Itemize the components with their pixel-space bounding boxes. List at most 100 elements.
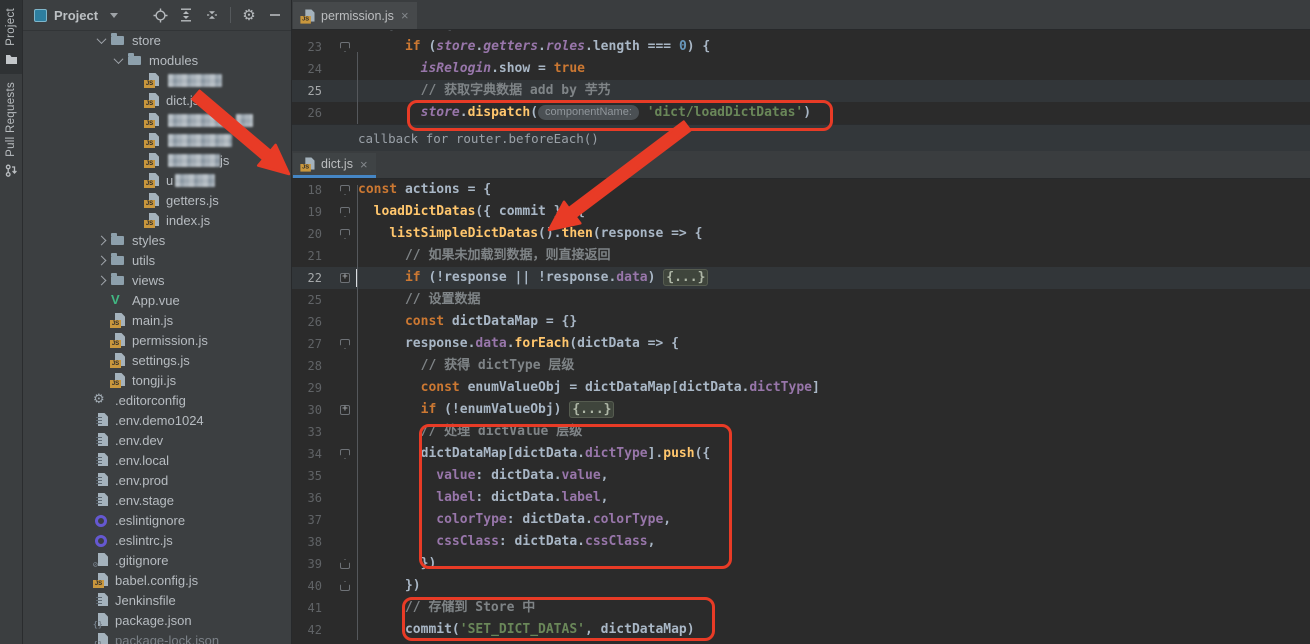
code-line-26[interactable]: 26 const dictDataMap = {} (292, 311, 1310, 333)
permission-js-editor[interactable]: 22 } else {23 if (store.getters.roles.le… (292, 30, 1310, 124)
fold-marker-icon[interactable] (340, 449, 350, 459)
dict-js-editor[interactable]: 18const actions = {19 loadDictDatas({ co… (292, 179, 1310, 644)
chevron-expanded-icon[interactable] (96, 34, 106, 44)
code-line-29[interactable]: 29 const enumValueObj = dictDataMap[dict… (292, 377, 1310, 399)
chevron-collapsed-icon[interactable] (96, 255, 106, 265)
bottom-editor-tab-bar: JS dict.js × (292, 151, 1310, 179)
chevron-expanded-icon[interactable] (113, 54, 123, 64)
code-text: cssClass: dictData.cssClass, (358, 531, 655, 553)
fold-marker-icon[interactable] (340, 559, 350, 569)
code-line-18[interactable]: 18const actions = { (292, 179, 1310, 201)
js-file-icon: JS (110, 352, 126, 368)
folder-file-icon (110, 252, 126, 268)
tree-item-getters.js[interactable]: JSgetters.js (23, 190, 291, 210)
tree-item-Jenkinsfile[interactable]: Jenkinsfile (23, 590, 291, 610)
tree-item-package-lock.json[interactable]: {}package-lock.json (23, 630, 291, 644)
code-line-42[interactable]: 42 commit('SET_DICT_DATAS', dictDataMap) (292, 619, 1310, 641)
code-line-34[interactable]: 34 dictDataMap[dictData.dictType].push({ (292, 443, 1310, 465)
code-line-36[interactable]: 36 label: dictData.label, (292, 487, 1310, 509)
tree-item-censored[interactable]: JSu (23, 170, 291, 190)
code-line-20[interactable]: 20 listSimpleDictDatas().then(response =… (292, 223, 1310, 245)
code-line-28[interactable]: 28 // 获得 dictType 层级 (292, 355, 1310, 377)
code-line-23[interactable]: 23 if (store.getters.roles.length === 0)… (292, 36, 1310, 58)
line-number: 33 (294, 421, 322, 443)
stripe-button-pull-requests[interactable]: Pull Requests (0, 74, 22, 185)
fold-marker-icon[interactable] (340, 207, 350, 217)
fold-marker-icon[interactable] (340, 185, 350, 195)
collapse-all-icon[interactable] (204, 7, 220, 23)
tree-item-modules[interactable]: modules (23, 50, 291, 70)
tree-item-.gitignore[interactable]: ⊘.gitignore (23, 550, 291, 570)
code-line-37[interactable]: 37 colorType: dictData.colorType, (292, 509, 1310, 531)
fold-expand-icon[interactable]: + (340, 405, 350, 415)
fold-marker-icon[interactable] (340, 581, 350, 591)
tree-item-views[interactable]: views (23, 270, 291, 290)
tab-dict-js[interactable]: JS dict.js × (293, 153, 376, 178)
close-icon[interactable]: × (401, 9, 409, 22)
code-line-40[interactable]: 40 }) (292, 575, 1310, 597)
code-line-25[interactable]: 25 // 设置数据 (292, 289, 1310, 311)
tree-item-App.vue[interactable]: VApp.vue (23, 290, 291, 310)
code-line-21[interactable]: 21 // 如果未加载到数据，则直接返回 (292, 245, 1310, 267)
chevron-down-icon[interactable] (110, 13, 118, 18)
locate-file-icon[interactable] (152, 7, 168, 23)
tree-item-styles[interactable]: styles (23, 230, 291, 250)
tree-item-index.js[interactable]: JSindex.js (23, 210, 291, 230)
fold-marker-icon[interactable] (340, 42, 350, 52)
code-line-19[interactable]: 19 loadDictDatas({ commit }) { (292, 201, 1310, 223)
fold-marker-icon[interactable] (340, 339, 350, 349)
tree-item-tongji.js[interactable]: JStongji.js (23, 370, 291, 390)
expand-all-icon[interactable] (178, 7, 194, 23)
code-line-22[interactable]: 22+ if (!response || !response.data) {..… (292, 267, 1310, 289)
js-file-icon: JS (144, 112, 160, 128)
fold-marker-icon[interactable] (340, 229, 350, 239)
code-line-38[interactable]: 38 cssClass: dictData.cssClass, (292, 531, 1310, 553)
code-line-26[interactable]: 26 store.dispatch(componentName: 'dict/l… (292, 102, 1310, 124)
code-line-39[interactable]: 39 }) (292, 553, 1310, 575)
close-icon[interactable]: × (360, 158, 368, 171)
code-text: store.dispatch(componentName: 'dict/load… (358, 102, 811, 124)
tree-item-.env.local[interactable]: .env.local (23, 450, 291, 470)
tab-permission-js[interactable]: JS permission.js × (293, 2, 417, 29)
tree-item-.env.prod[interactable]: .env.prod (23, 470, 291, 490)
tree-item-utils[interactable]: utils (23, 250, 291, 270)
tree-item-label: store (132, 33, 161, 48)
tree-item-main.js[interactable]: JSmain.js (23, 310, 291, 330)
tree-item-label: Jenkinsfile (115, 593, 176, 608)
tree-item-babel.config.js[interactable]: JSbabel.config.js (23, 570, 291, 590)
tree-item-censored[interactable]: JS js (23, 150, 291, 170)
code-line-30[interactable]: 30+ if (!enumValueObj) {...} (292, 399, 1310, 421)
chevron-collapsed-icon[interactable] (96, 235, 106, 245)
tree-item-settings.js[interactable]: JSsettings.js (23, 350, 291, 370)
tree-item-.env.dev[interactable]: .env.dev (23, 430, 291, 450)
tree-item-permission.js[interactable]: JSpermission.js (23, 330, 291, 350)
fold-expand-icon[interactable]: + (340, 273, 350, 283)
tree-item-.editorconfig[interactable]: ⚙.editorconfig (23, 390, 291, 410)
tree-item-censored[interactable]: JS (23, 130, 291, 150)
tree-item-store[interactable]: store (23, 30, 291, 50)
tree-item-.eslintrc.js[interactable]: .eslintrc.js (23, 530, 291, 550)
stripe-button-project[interactable]: Project (0, 0, 22, 74)
tree-item-label: index.js (166, 213, 210, 228)
tree-item-censored[interactable]: JS (23, 110, 291, 130)
code-line-33[interactable]: 33 // 处理 dictValue 层级 (292, 421, 1310, 443)
context-breadcrumb-bar[interactable]: callback for router.beforeEach() (292, 124, 1310, 152)
line-number: 42 (294, 619, 322, 641)
code-text: if (!enumValueObj) {...} (358, 399, 614, 421)
project-scope-icon (34, 9, 47, 22)
tree-item-censored[interactable]: JS (23, 70, 291, 90)
tree-item-package.json[interactable]: {}package.json (23, 610, 291, 630)
code-line-25[interactable]: 25 // 获取字典数据 add by 芋艿 (292, 80, 1310, 102)
code-line-27[interactable]: 27 response.data.forEach(dictData => { (292, 333, 1310, 355)
tree-item-dict.js[interactable]: JSdict.js (23, 90, 291, 110)
tree-item-.env.demo1024[interactable]: .env.demo1024 (23, 410, 291, 430)
chevron-collapsed-icon[interactable] (96, 275, 106, 285)
code-line-35[interactable]: 35 value: dictData.value, (292, 465, 1310, 487)
code-line-24[interactable]: 24 isRelogin.show = true (292, 58, 1310, 80)
tree-item-.eslintignore[interactable]: .eslintignore (23, 510, 291, 530)
settings-gear-icon[interactable]: ⚙ (241, 7, 257, 23)
line-number: 38 (294, 531, 322, 553)
tree-item-.env.stage[interactable]: .env.stage (23, 490, 291, 510)
hide-panel-icon[interactable] (267, 7, 283, 23)
code-line-41[interactable]: 41 // 存储到 Store 中 (292, 597, 1310, 619)
